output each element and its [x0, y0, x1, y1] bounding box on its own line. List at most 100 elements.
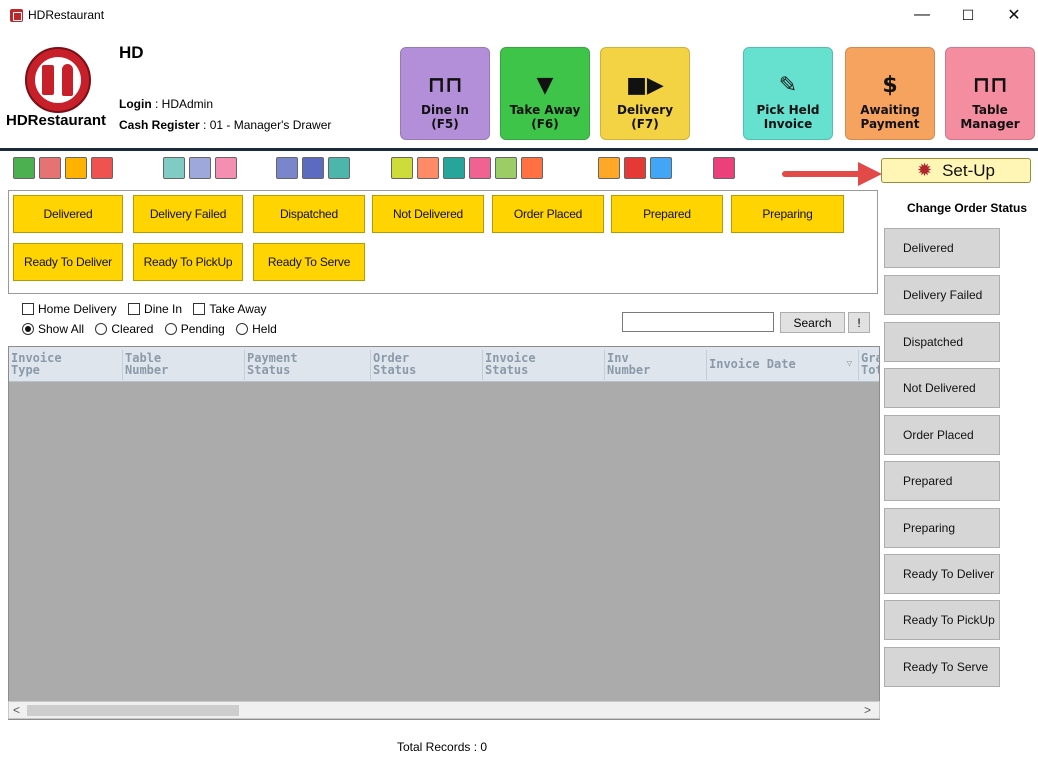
- money-icon: $: [882, 73, 898, 98]
- table-icon: ⊓⊓: [427, 73, 463, 98]
- status-button-not-delivered[interactable]: Not Delivered: [372, 195, 484, 233]
- calendar-icon[interactable]: [521, 157, 543, 179]
- company-name: HD: [119, 43, 144, 62]
- clear-search-button[interactable]: !: [848, 312, 870, 333]
- scroll-right-icon[interactable]: >: [864, 703, 871, 717]
- change-status-delivery-failed[interactable]: Delivery Failed: [884, 275, 1000, 315]
- take-away-checkbox[interactable]: [193, 303, 206, 315]
- close-button[interactable]: ✕: [991, 0, 1037, 30]
- cup-icon: ▼: [536, 73, 554, 98]
- cart-icon[interactable]: [443, 157, 465, 179]
- status-button-order-placed[interactable]: Order Placed: [492, 195, 604, 233]
- column-invoice-status[interactable]: Invoice Status: [483, 350, 605, 380]
- delivery-truck-icon[interactable]: [302, 157, 324, 179]
- search-button[interactable]: Search: [780, 312, 845, 333]
- column-grand-total[interactable]: GraTot: [859, 350, 879, 380]
- awaiting-payment-button[interactable]: $ Awaiting Payment: [845, 47, 935, 140]
- dine-in-checkbox[interactable]: [128, 303, 141, 315]
- invoice-grid[interactable]: Invoice Type Table Number Payment Status Or…: [8, 346, 880, 720]
- setup-label: Set-Up: [942, 160, 995, 180]
- login-info: Login : HDAdmin: [119, 97, 213, 111]
- total-records: Total Records : 0: [397, 740, 488, 754]
- home-delivery-label: Home Delivery: [38, 302, 117, 316]
- fork-icon: [42, 65, 54, 95]
- report-icon[interactable]: [91, 157, 113, 179]
- pending-radio[interactable]: [164, 323, 177, 335]
- change-status-ready-to-deliver[interactable]: Ready To Deliver: [884, 554, 1000, 594]
- change-status-ready-to-pickup[interactable]: Ready To PickUp: [884, 600, 1000, 640]
- dine-in-button[interactable]: ⊓⊓ Dine In (F5): [400, 47, 490, 140]
- change-status-preparing[interactable]: Preparing: [884, 508, 1000, 548]
- title-bar: [0, 0, 1038, 30]
- search-input[interactable]: [622, 312, 774, 332]
- user-icon[interactable]: [650, 157, 672, 179]
- brand-name: HDRestaurant: [6, 112, 107, 129]
- column-inv-number[interactable]: Inv Number: [605, 350, 707, 380]
- take-away-button[interactable]: ▼ Take Away (F6): [500, 47, 590, 140]
- merge-icon[interactable]: [215, 157, 237, 179]
- column-payment-status[interactable]: Payment Status: [245, 350, 371, 380]
- register-icon[interactable]: [391, 157, 413, 179]
- setup-button[interactable]: ✹ Set-Up: [881, 158, 1031, 183]
- change-status-prepared[interactable]: Prepared: [884, 461, 1000, 501]
- delivery-button[interactable]: ■▶ Delivery (F7): [600, 47, 690, 140]
- show-all-label: Show All: [38, 322, 85, 336]
- status-button-ready-to-serve[interactable]: Ready To Serve: [253, 243, 365, 281]
- checklist-icon[interactable]: [469, 157, 491, 179]
- grid-header: Invoice Type Table Number Payment Status Or…: [9, 347, 879, 382]
- register-value: : 01 - Manager's Drawer: [203, 118, 332, 132]
- status-button-delivery-failed[interactable]: Delivery Failed: [133, 195, 243, 233]
- scroll-left-icon[interactable]: <: [13, 703, 20, 717]
- add-table-icon[interactable]: [163, 157, 185, 179]
- take-away-label: Take Away: [209, 302, 267, 316]
- table-manager-button[interactable]: ⊓⊓ Table Manager: [945, 47, 1035, 140]
- home-delivery-checkbox[interactable]: [22, 303, 34, 315]
- status-buttons-panel: Delivered Delivery Failed Dispatched Not…: [8, 190, 878, 294]
- column-table-number[interactable]: Table Number: [123, 350, 245, 380]
- key-icon[interactable]: [713, 157, 735, 179]
- change-status-delivered[interactable]: Delivered: [884, 228, 1000, 268]
- register-info: Cash Register : 01 - Manager's Drawer: [119, 118, 331, 132]
- arrow-shaft: [782, 171, 862, 177]
- status-button-ready-to-pickup[interactable]: Ready To PickUp: [133, 243, 243, 281]
- column-invoice-date[interactable]: Invoice Date ▽: [707, 350, 859, 380]
- chart-icon[interactable]: [276, 157, 298, 179]
- truck-icon: ■▶: [626, 73, 664, 98]
- maximize-button[interactable]: ☐: [945, 0, 991, 30]
- status-filters: Show All Cleared Pending Held: [22, 322, 285, 336]
- header-divider: [0, 148, 1038, 151]
- held-label: Held: [252, 322, 277, 336]
- chat-icon[interactable]: [65, 157, 87, 179]
- change-status-not-delivered[interactable]: Not Delivered: [884, 368, 1000, 408]
- change-order-status-title: Change Order Status: [907, 201, 1028, 215]
- cleared-radio[interactable]: [95, 323, 108, 335]
- scroll-thumb[interactable]: [27, 705, 239, 716]
- change-status-ready-to-serve[interactable]: Ready To Serve: [884, 647, 1000, 687]
- note-icon: ✎: [778, 73, 798, 98]
- table-icon[interactable]: [189, 157, 211, 179]
- status-button-dispatched[interactable]: Dispatched: [253, 195, 365, 233]
- document-icon[interactable]: [495, 157, 517, 179]
- status-button-delivered[interactable]: Delivered: [13, 195, 123, 233]
- horizontal-scrollbar[interactable]: < >: [8, 701, 880, 719]
- show-all-radio[interactable]: [22, 323, 34, 335]
- pick-held-invoice-button[interactable]: ✎ Pick Held Invoice: [743, 47, 833, 140]
- login-label: Login: [119, 97, 152, 111]
- counter-icon[interactable]: [598, 157, 620, 179]
- status-button-prepared[interactable]: Prepared: [611, 195, 723, 233]
- window-icon[interactable]: [328, 157, 350, 179]
- column-order-status[interactable]: Order Status: [371, 350, 483, 380]
- held-radio[interactable]: [236, 323, 249, 335]
- return-icon[interactable]: [624, 157, 646, 179]
- status-button-preparing[interactable]: Preparing: [731, 195, 844, 233]
- filter-icon: ▽: [846, 359, 852, 369]
- change-status-order-placed[interactable]: Order Placed: [884, 415, 1000, 455]
- menu-items-icon[interactable]: [13, 157, 35, 179]
- category-icon[interactable]: [39, 157, 61, 179]
- column-invoice-type[interactable]: Invoice Type: [9, 350, 123, 380]
- change-status-dispatched[interactable]: Dispatched: [884, 322, 1000, 362]
- edit-icon[interactable]: [417, 157, 439, 179]
- status-button-ready-to-deliver[interactable]: Ready To Deliver: [13, 243, 123, 281]
- window-title: HDRestaurant: [28, 8, 105, 22]
- minimize-button[interactable]: —: [899, 0, 945, 30]
